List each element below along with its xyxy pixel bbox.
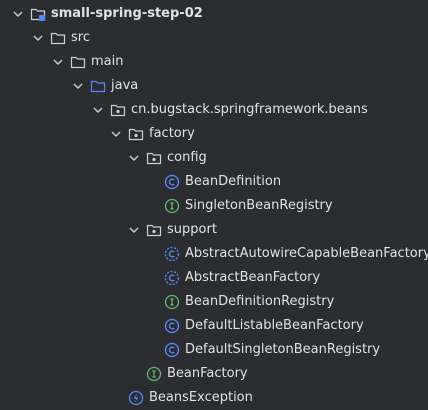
chevron-down-icon[interactable] bbox=[10, 6, 26, 22]
tree-node-label: SingletonBeanRegistry bbox=[185, 198, 333, 213]
tree-node-label: BeanDefinitionRegistry bbox=[185, 294, 335, 309]
chevron-down-icon[interactable] bbox=[70, 78, 86, 94]
tree-node-label: BeanFactory bbox=[167, 366, 248, 381]
tree-node-label: DefaultListableBeanFactory bbox=[185, 318, 364, 333]
tree-node-support[interactable]: support bbox=[0, 218, 428, 242]
package-icon bbox=[146, 150, 162, 166]
tree-node-beans-exception[interactable]: BeansException bbox=[0, 386, 428, 410]
tree-node-label: AbstractAutowireCapableBeanFactory bbox=[185, 246, 428, 261]
package-icon bbox=[110, 102, 126, 118]
tree-node-bean-definition-registry[interactable]: BeanDefinitionRegistry bbox=[0, 290, 428, 314]
tree-node-label: java bbox=[111, 78, 139, 93]
tree-node-label: main bbox=[91, 54, 124, 69]
tree-node-factory[interactable]: factory bbox=[0, 122, 428, 146]
interface-icon bbox=[164, 198, 180, 214]
abstract-class-icon bbox=[164, 270, 180, 286]
tree-node-bean-definition[interactable]: BeanDefinition bbox=[0, 170, 428, 194]
tree-node-default-singleton-bean-registry[interactable]: DefaultSingletonBeanRegistry bbox=[0, 338, 428, 362]
tree-node-label: support bbox=[167, 222, 217, 237]
tree-node-root[interactable]: small-spring-step-02 bbox=[0, 2, 428, 26]
class-icon bbox=[164, 318, 180, 334]
tree-node-beans-package[interactable]: cn.bugstack.springframework.beans bbox=[0, 98, 428, 122]
chevron-down-icon[interactable] bbox=[108, 126, 124, 142]
class-icon bbox=[164, 174, 180, 190]
tree-node-singleton-bean-registry[interactable]: SingletonBeanRegistry bbox=[0, 194, 428, 218]
exception-class-icon bbox=[128, 390, 144, 406]
chevron-down-icon[interactable] bbox=[126, 150, 142, 166]
chevron-down-icon[interactable] bbox=[126, 222, 142, 238]
tree-node-label: BeansException bbox=[149, 390, 253, 405]
interface-icon bbox=[164, 294, 180, 310]
tree-node-java[interactable]: java bbox=[0, 74, 428, 98]
tree-node-abstract-autowire-capable-bean-factory[interactable]: AbstractAutowireCapableBeanFactory bbox=[0, 242, 428, 266]
tree-node-config[interactable]: config bbox=[0, 146, 428, 170]
folder-icon bbox=[50, 30, 66, 46]
tree-node-label: cn.bugstack.springframework.beans bbox=[131, 102, 368, 117]
folder-icon bbox=[70, 54, 86, 70]
module-folder-icon bbox=[30, 6, 46, 22]
tree-node-bean-factory[interactable]: BeanFactory bbox=[0, 362, 428, 386]
tree-node-label: AbstractBeanFactory bbox=[185, 270, 321, 285]
source-root-folder-icon bbox=[90, 78, 106, 94]
tree-node-label: DefaultSingletonBeanRegistry bbox=[185, 342, 381, 357]
package-icon bbox=[146, 222, 162, 238]
tree-node-abstract-bean-factory[interactable]: AbstractBeanFactory bbox=[0, 266, 428, 290]
tree-node-label: BeanDefinition bbox=[185, 174, 282, 189]
package-icon bbox=[128, 126, 144, 142]
tree-node-label: src bbox=[71, 30, 90, 45]
chevron-down-icon[interactable] bbox=[90, 102, 106, 118]
class-icon bbox=[164, 342, 180, 358]
tree-node-src[interactable]: src bbox=[0, 26, 428, 50]
interface-icon bbox=[146, 366, 162, 382]
tree-node-label: factory bbox=[149, 126, 195, 141]
project-tree: small-spring-step-02 src main java cn.bu… bbox=[0, 0, 428, 410]
tree-node-main[interactable]: main bbox=[0, 50, 428, 74]
tree-node-default-listable-bean-factory[interactable]: DefaultListableBeanFactory bbox=[0, 314, 428, 338]
abstract-class-icon bbox=[164, 246, 180, 262]
chevron-down-icon[interactable] bbox=[30, 30, 46, 46]
tree-node-label: small-spring-step-02 bbox=[51, 6, 203, 21]
tree-node-label: config bbox=[167, 150, 207, 165]
chevron-down-icon[interactable] bbox=[50, 54, 66, 70]
